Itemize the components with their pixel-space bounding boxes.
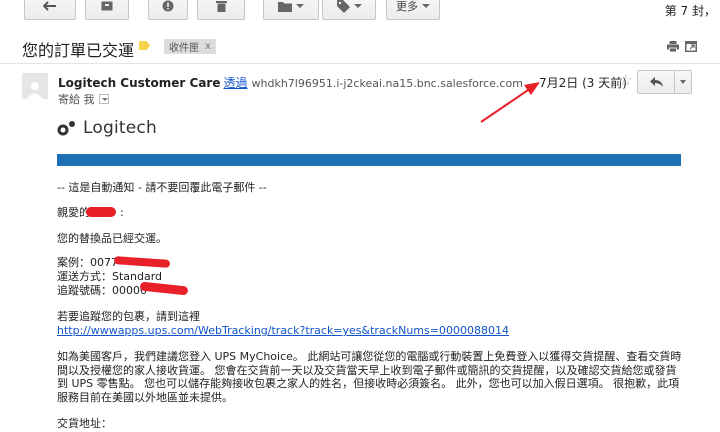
shipping-line: 運送方式：Standard: [57, 270, 162, 283]
tracking-line: 追蹤號碼：00000: [57, 284, 147, 297]
shipping-label: 運送方式：: [57, 270, 112, 283]
tracking-label: 追蹤號碼：: [57, 284, 112, 297]
shipped-status: 您的替換品已經交運。: [57, 232, 167, 245]
tracking-intro: 若要追蹤您的包裹，請到這裡: [57, 310, 200, 323]
shipping-value: Standard: [112, 270, 163, 283]
ups-mychoice-paragraph: 如為美國客戶，我們建議您登入 UPS MyChoice。 此網站可讓您從您的電腦…: [57, 350, 682, 404]
logo-text: Logitech: [83, 118, 157, 138]
case-line: 案例：0077: [57, 256, 118, 269]
tracking-link[interactable]: http://wwwapps.ups.com/WebTracking/track…: [57, 324, 509, 337]
logitech-mark-icon: [57, 121, 75, 136]
header-bar: [57, 154, 681, 166]
auto-notice: -- 這是自動通知 - 請不要回覆此電子郵件 --: [57, 181, 267, 194]
delivery-address-label: 交貨地址：: [57, 417, 112, 430]
logitech-logo: Logitech: [57, 118, 157, 138]
greeting-suffix: :: [120, 206, 124, 219]
redaction-mark: [86, 207, 116, 217]
case-label: 案例：: [57, 256, 90, 269]
